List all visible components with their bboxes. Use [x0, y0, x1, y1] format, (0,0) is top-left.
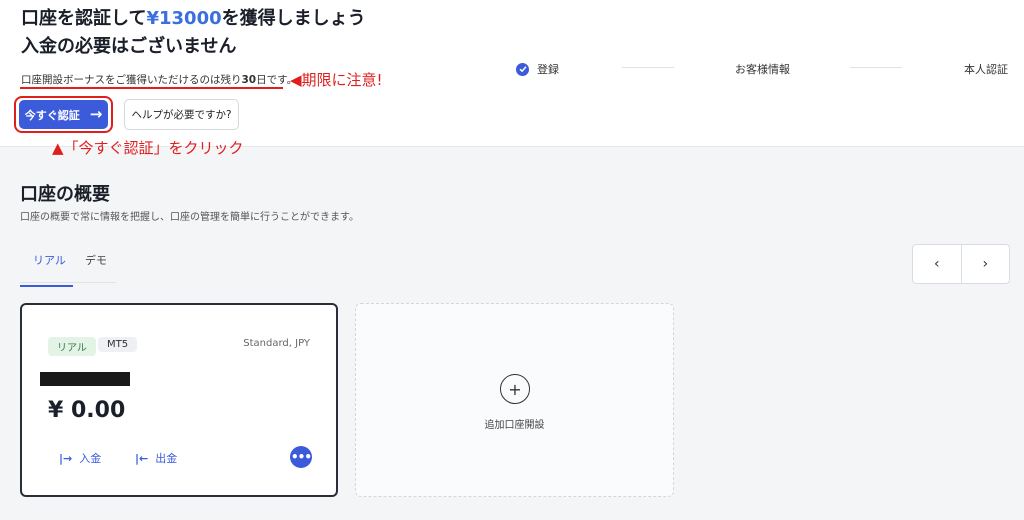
- step-customer-info: お客様情報: [735, 63, 790, 76]
- chevron-right-icon[interactable]: ›: [962, 245, 1010, 283]
- account-card[interactable]: リアル MT5 Standard, JPY ¥ 0.00 |→ 入金 |← 出金…: [20, 303, 338, 497]
- redacted-account-number: [40, 372, 130, 386]
- notice-days: 30: [241, 74, 257, 86]
- deposit-icon: |→: [59, 451, 73, 465]
- step-connector: [622, 67, 674, 68]
- page-title: 口座の概要: [20, 184, 110, 205]
- click-annotation: ▲「今すぐ認証」をクリック: [52, 139, 244, 157]
- bonus-amount: ¥13000: [146, 8, 222, 29]
- page-subtitle: 口座の概要で常に情報を把握し、口座の管理を簡単に行うことができます。: [20, 212, 359, 223]
- withdraw-label: 出金: [155, 452, 178, 465]
- withdraw-button[interactable]: |← 出金: [135, 450, 177, 466]
- headline-line2: 入金の必要はございません: [21, 36, 237, 57]
- annotation-underline: [20, 87, 283, 89]
- arrow-right-icon: →: [89, 105, 103, 123]
- account-type-label: Standard, JPY: [243, 338, 310, 349]
- deposit-label: 入金: [79, 452, 102, 465]
- add-account-card[interactable]: + 追加口座開設: [355, 303, 674, 497]
- deadline-annotation: ◀期限に注意!: [290, 71, 383, 89]
- withdraw-icon: |←: [135, 451, 149, 465]
- platform-badge: MT5: [98, 337, 138, 352]
- account-balance: ¥ 0.00: [48, 398, 126, 423]
- step-register-label: 登録: [537, 63, 559, 76]
- headline-suffix: を獲得しましょう: [221, 8, 366, 29]
- verify-now-button[interactable]: 今すぐ認証 →: [19, 100, 108, 129]
- verify-now-label: 今すぐ認証: [24, 108, 80, 122]
- check-circle-icon: [516, 62, 529, 76]
- chevron-left-icon[interactable]: ‹: [913, 245, 962, 283]
- deposit-button[interactable]: |→ 入金: [59, 450, 101, 466]
- step-register: 登録: [516, 61, 559, 77]
- plus-icon: +: [500, 374, 530, 404]
- tab-demo[interactable]: デモ: [85, 252, 107, 285]
- headline: 口座を認証して¥13000を獲得しましょう 入金の必要はございません: [21, 5, 366, 61]
- step-identity-verification: 本人認証: [964, 63, 1008, 76]
- more-options-icon[interactable]: •••: [290, 446, 312, 468]
- account-type-badge: リアル: [48, 337, 96, 356]
- headline-prefix: 口座を認証して: [21, 8, 147, 29]
- card-pager: ‹ ›: [912, 244, 1010, 284]
- step-connector: [850, 67, 902, 68]
- tab-divider: [20, 282, 116, 283]
- notice-prefix: 口座開設ボーナスをご獲得いただけるのは残り: [21, 74, 242, 86]
- add-account-label: 追加口座開設: [484, 420, 545, 431]
- headline-line1: 口座を認証して¥13000を獲得しましょう: [21, 5, 366, 33]
- verification-banner: 口座を認証して¥13000を獲得しましょう 入金の必要はございません 口座開設ボ…: [0, 0, 1024, 147]
- help-button[interactable]: ヘルプが必要ですか?: [124, 99, 239, 130]
- bonus-notice: 口座開設ボーナスをご獲得いただけるのは残り30日です。: [21, 72, 297, 87]
